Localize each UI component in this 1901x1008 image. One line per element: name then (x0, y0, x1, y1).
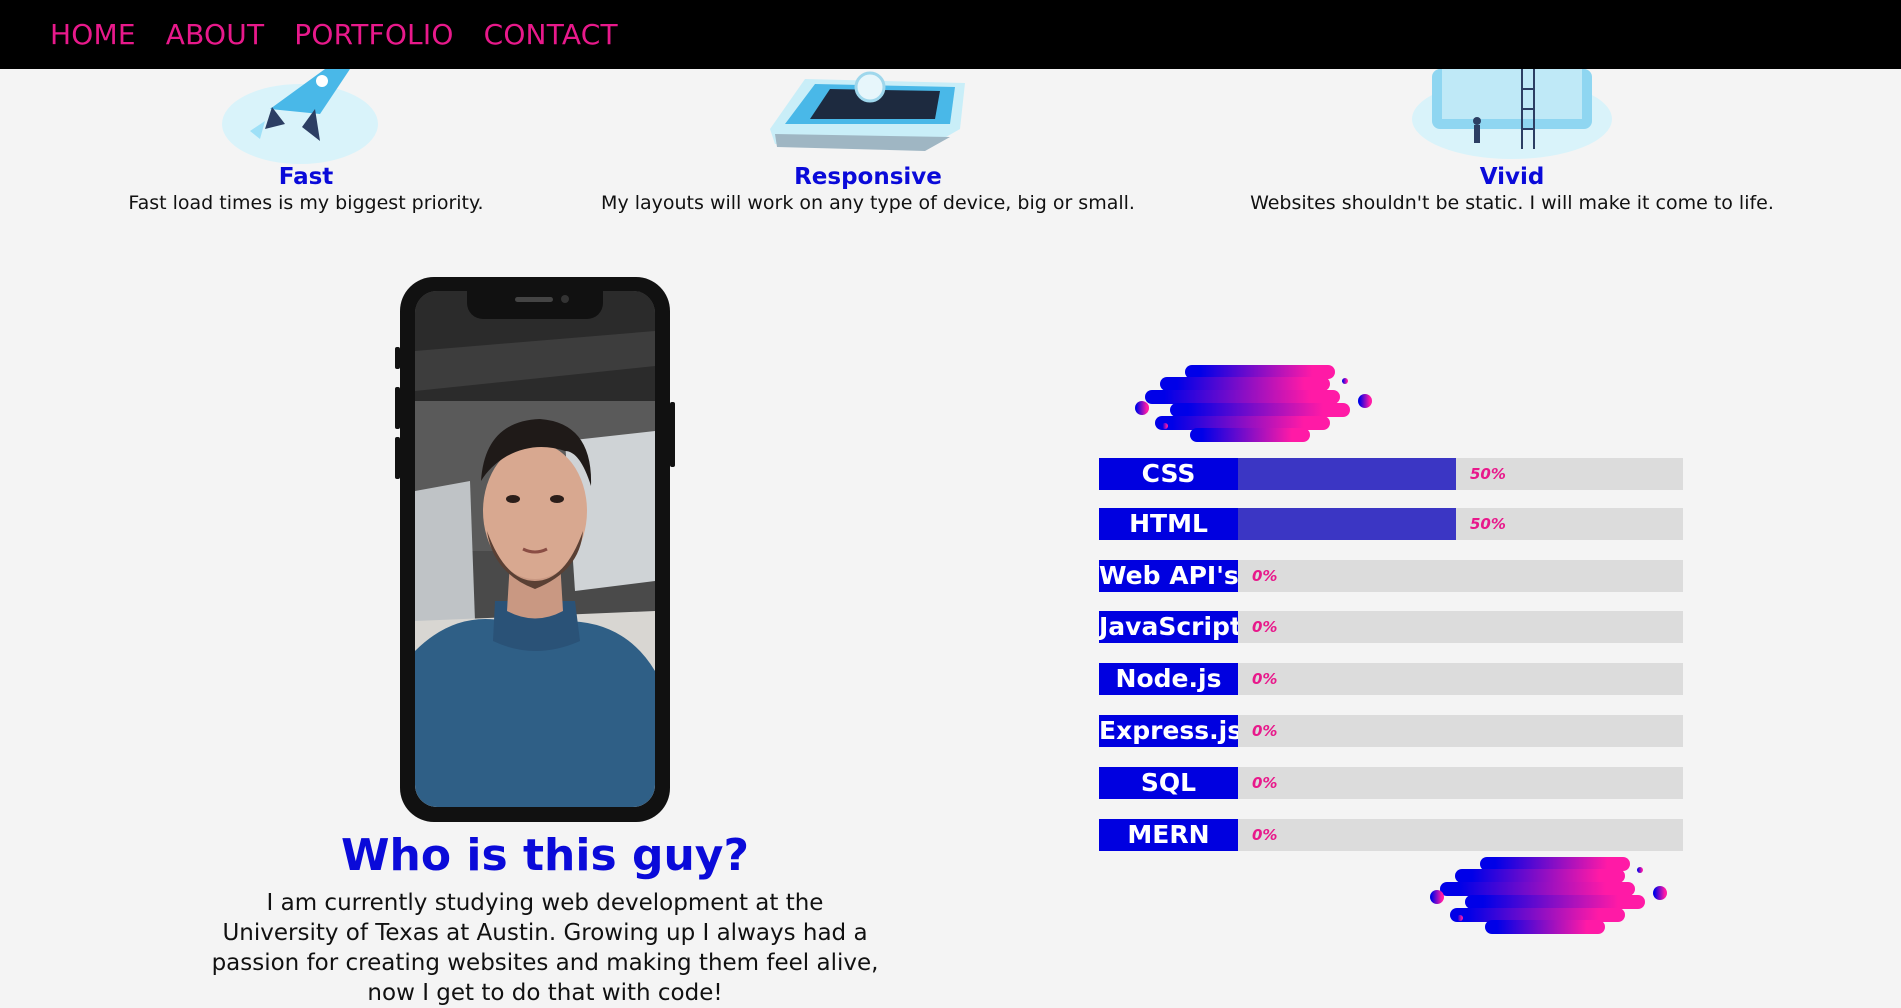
skill-row: CSS 50% (1099, 458, 1683, 490)
phone-camera (561, 295, 569, 303)
skill-label: HTML (1099, 508, 1238, 540)
top-navbar: HOME ABOUT PORTFOLIO CONTACT (0, 0, 1901, 69)
feature-fast: Fast Fast load times is my biggest prior… (110, 69, 502, 215)
skill-progress-track: 0% (1238, 663, 1683, 695)
skill-label: CSS (1099, 458, 1238, 490)
skill-percent-label: 0% (1252, 722, 1278, 740)
skill-row: Web API's 0% (1099, 560, 1683, 592)
gradient-splash-decoration (1430, 857, 1667, 934)
rocket-illustration (222, 69, 378, 164)
skill-row: MERN 0% (1099, 819, 1683, 851)
skill-percent-label: 0% (1252, 567, 1278, 585)
phone-notch (467, 291, 603, 319)
skill-label: Express.js (1099, 715, 1238, 747)
feature-description: Fast load times is my biggest priority. (128, 192, 484, 214)
phone-side-button (395, 387, 400, 429)
skill-row: HTML 50% (1099, 508, 1683, 540)
skill-progress-track: 0% (1238, 767, 1683, 799)
nav-portfolio-link[interactable]: PORTFOLIO (294, 18, 453, 51)
nav-contact-link[interactable]: CONTACT (484, 18, 618, 51)
monitor-illustration (1412, 69, 1612, 159)
phone-side-button (395, 347, 400, 369)
skill-label: MERN (1099, 819, 1238, 851)
feature-title: Vivid (1479, 164, 1545, 190)
portrait-image (415, 291, 655, 807)
skill-row: Express.js 0% (1099, 715, 1683, 747)
skill-progress-fill (1238, 508, 1456, 540)
skill-percent-label: 0% (1252, 826, 1278, 844)
phone-mockup (395, 277, 675, 822)
skill-progress-track: 50% (1238, 458, 1683, 490)
about-paragraph: I am currently studying web development … (211, 890, 879, 1006)
feature-title: Responsive (794, 164, 942, 190)
profile-photo (415, 291, 655, 807)
skill-row: Node.js 0% (1099, 663, 1683, 695)
skill-label: Node.js (1099, 663, 1238, 695)
skill-label: SQL (1099, 767, 1238, 799)
skill-progress-track: 0% (1238, 560, 1683, 592)
skill-progress-track: 0% (1238, 611, 1683, 643)
feature-responsive: Responsive My layouts will work on any t… (600, 69, 1136, 215)
skill-percent-label: 0% (1252, 618, 1278, 636)
phone-side-button (670, 402, 675, 467)
nav-home-link[interactable]: HOME (50, 18, 136, 51)
skill-row: SQL 0% (1099, 767, 1683, 799)
skill-percent-label: 0% (1252, 774, 1278, 792)
about-heading: Who is this guy? (341, 830, 749, 881)
feature-title: Fast (278, 164, 334, 190)
gradient-splash-decoration (1135, 365, 1372, 442)
skill-label: JavaScript (1099, 611, 1238, 643)
skill-progress-fill (1238, 458, 1456, 490)
skill-progress-track: 0% (1238, 715, 1683, 747)
phone-side-button (395, 437, 400, 479)
feature-vivid: Vivid Websites shouldn't be static. I wi… (1240, 69, 1784, 215)
feature-description: My layouts will work on any type of devi… (601, 192, 1135, 214)
skill-progress-track: 0% (1238, 819, 1683, 851)
nav-about-link[interactable]: ABOUT (166, 18, 265, 51)
skill-row: JavaScript 0% (1099, 611, 1683, 643)
skill-percent-label: 50% (1470, 465, 1506, 483)
phone-speaker (515, 297, 553, 302)
skill-label: Web API's (1099, 560, 1238, 592)
tablet-illustration (770, 71, 965, 151)
skill-percent-label: 0% (1252, 670, 1278, 688)
skill-progress-track: 50% (1238, 508, 1683, 540)
feature-description: Websites shouldn't be static. I will mak… (1250, 192, 1774, 214)
skill-percent-label: 50% (1470, 515, 1506, 533)
